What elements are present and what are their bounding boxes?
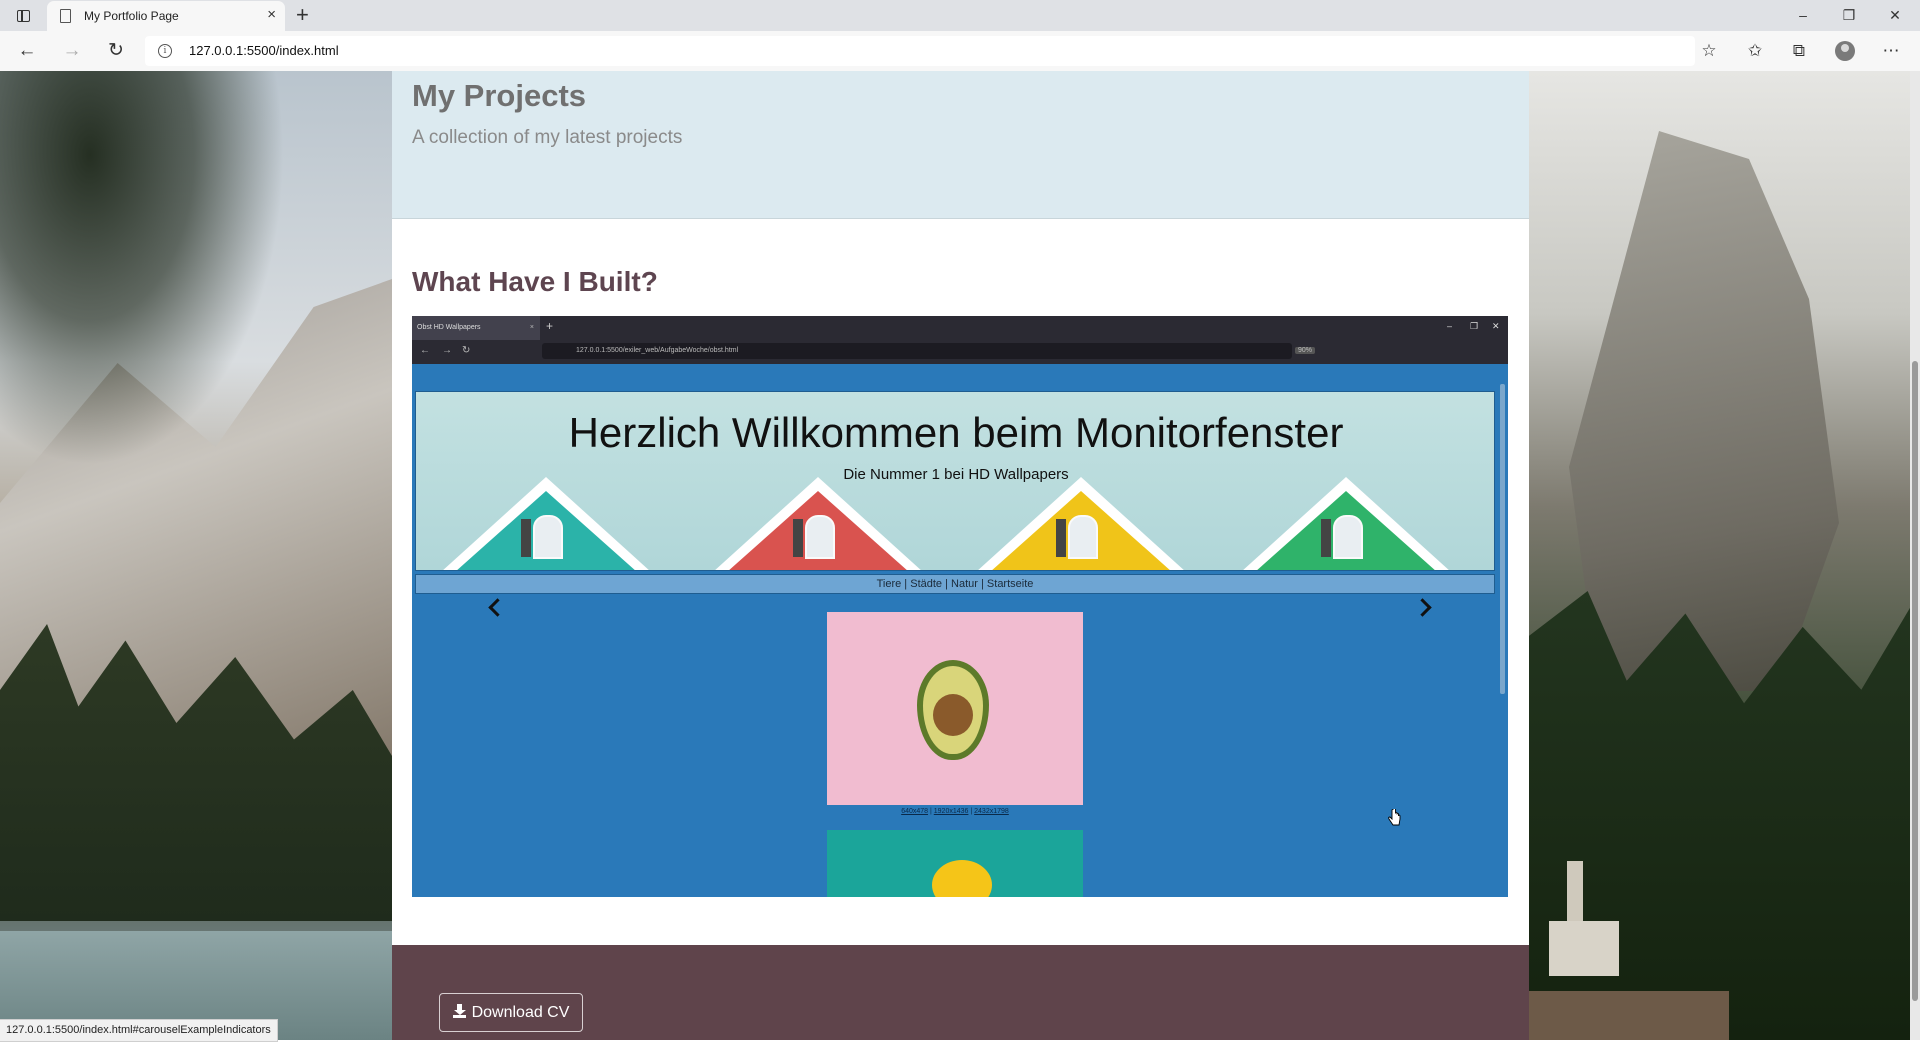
page-viewport: My Projects A collection of my latest pr…: [0, 71, 1920, 1040]
slide-nav-link: Tiere: [876, 578, 902, 590]
size-link: 640x478: [901, 808, 929, 815]
house-illustration: [441, 477, 651, 570]
slide-new-tab-icon: +: [546, 319, 554, 333]
download-cv-label: Download CV: [471, 1004, 570, 1021]
page-scrollbar[interactable]: [1910, 71, 1920, 1040]
house-illustration: [713, 477, 923, 570]
slide-url: 127.0.0.1:5500/exiler_web/AufgabeWoche/o…: [542, 343, 1292, 359]
back-icon[interactable]: ←: [13, 38, 41, 64]
slide-tab-title: Obst HD Wallpapers: [417, 324, 481, 331]
slide-tab: Obst HD Wallpapers ×: [412, 316, 540, 340]
url-field[interactable]: i 127.0.0.1:5500/index.html: [145, 36, 1695, 66]
house-illustration: [1241, 477, 1451, 570]
browser-tab-bar: My Portfolio Page × + – ❐ ✕: [0, 0, 1920, 31]
carousel-next-icon[interactable]: [1412, 596, 1438, 622]
house-illustration: [976, 477, 1186, 570]
slide-close-icon: ✕: [1492, 321, 1500, 331]
slide-forward-icon: →: [442, 345, 452, 356]
status-bar-url: 127.0.0.1:5500/index.html#carouselExampl…: [0, 1019, 278, 1042]
avocado-image: [827, 612, 1083, 805]
collections-icon[interactable]: ⧉: [1786, 39, 1812, 63]
banana-image: [827, 830, 1083, 897]
favorites-icon[interactable]: ✩: [1742, 39, 1768, 63]
slide-refresh-icon: ↻: [462, 345, 471, 356]
download-icon: [452, 1004, 466, 1018]
browser-tab[interactable]: My Portfolio Page ×: [47, 1, 285, 31]
new-tab-button[interactable]: +: [296, 3, 309, 27]
slide-minimize-icon: –: [1447, 321, 1453, 331]
close-tab-icon[interactable]: ×: [267, 6, 276, 24]
background-image-left: [0, 71, 392, 1040]
download-cv-button[interactable]: Download CV: [439, 993, 583, 1032]
scrollbar-thumb[interactable]: [1912, 361, 1918, 1001]
restore-button[interactable]: ❐: [1826, 4, 1872, 26]
size-link: 2432x1798: [974, 808, 1009, 815]
slide-nav-bar: Tiere | Städte | Natur | Startseite: [415, 574, 1495, 594]
image-size-links: 640x478 | 1920x1436 | 2432x1798: [901, 808, 1009, 815]
slide-zoom: 90%: [1295, 347, 1316, 354]
section-heading: What Have I Built?: [412, 266, 658, 297]
carousel-prev-icon[interactable]: [482, 596, 508, 622]
forward-icon[interactable]: →: [58, 38, 86, 64]
size-link: 1920x1436: [933, 808, 969, 815]
page-subtitle: A collection of my latest projects: [412, 127, 683, 148]
slide-banner: Herzlich Willkommen beim Monitorfenster …: [415, 391, 1495, 571]
add-favorite-icon[interactable]: ☆: [1696, 39, 1722, 63]
site-info-icon[interactable]: i: [158, 44, 172, 58]
slide-nav-link: Städte: [910, 578, 943, 590]
slide-scrollbar: [1497, 364, 1508, 897]
page-icon: [60, 9, 71, 23]
projects-header: My Projects A collection of my latest pr…: [392, 71, 1529, 219]
url-text: 127.0.0.1:5500/index.html: [189, 43, 339, 58]
profile-avatar[interactable]: [1835, 41, 1855, 61]
tab-title: My Portfolio Page: [84, 9, 179, 23]
hand-cursor-icon: [1388, 809, 1401, 826]
slide-nav-link: Startseite: [986, 578, 1034, 590]
close-window-button[interactable]: ✕: [1872, 4, 1918, 26]
background-image-right: [1529, 71, 1920, 1040]
slide-browser-chrome: Obst HD Wallpapers × + – ❐ ✕ ← → ↻ 127.0.…: [412, 316, 1508, 364]
page-title: My Projects: [412, 78, 587, 113]
slide-restore-icon: ❐: [1470, 321, 1479, 331]
more-menu-icon[interactable]: ⋯: [1878, 39, 1904, 63]
slide-back-icon: ←: [420, 345, 430, 356]
slide-banner-title: Herzlich Willkommen beim Monitorfenster: [568, 409, 1344, 456]
project-carousel[interactable]: Obst HD Wallpapers × + – ❐ ✕ ← → ↻ 127.0.…: [412, 316, 1508, 897]
refresh-icon[interactable]: ↻: [102, 38, 130, 64]
tab-actions-icon[interactable]: [12, 6, 34, 26]
minimize-button[interactable]: –: [1780, 4, 1826, 26]
slide-nav-link: Natur: [951, 578, 978, 590]
address-bar-row: ← → ↻ i 127.0.0.1:5500/index.html ☆ ✩ ⧉ …: [0, 31, 1920, 72]
content-column: My Projects A collection of my latest pr…: [392, 71, 1529, 1040]
